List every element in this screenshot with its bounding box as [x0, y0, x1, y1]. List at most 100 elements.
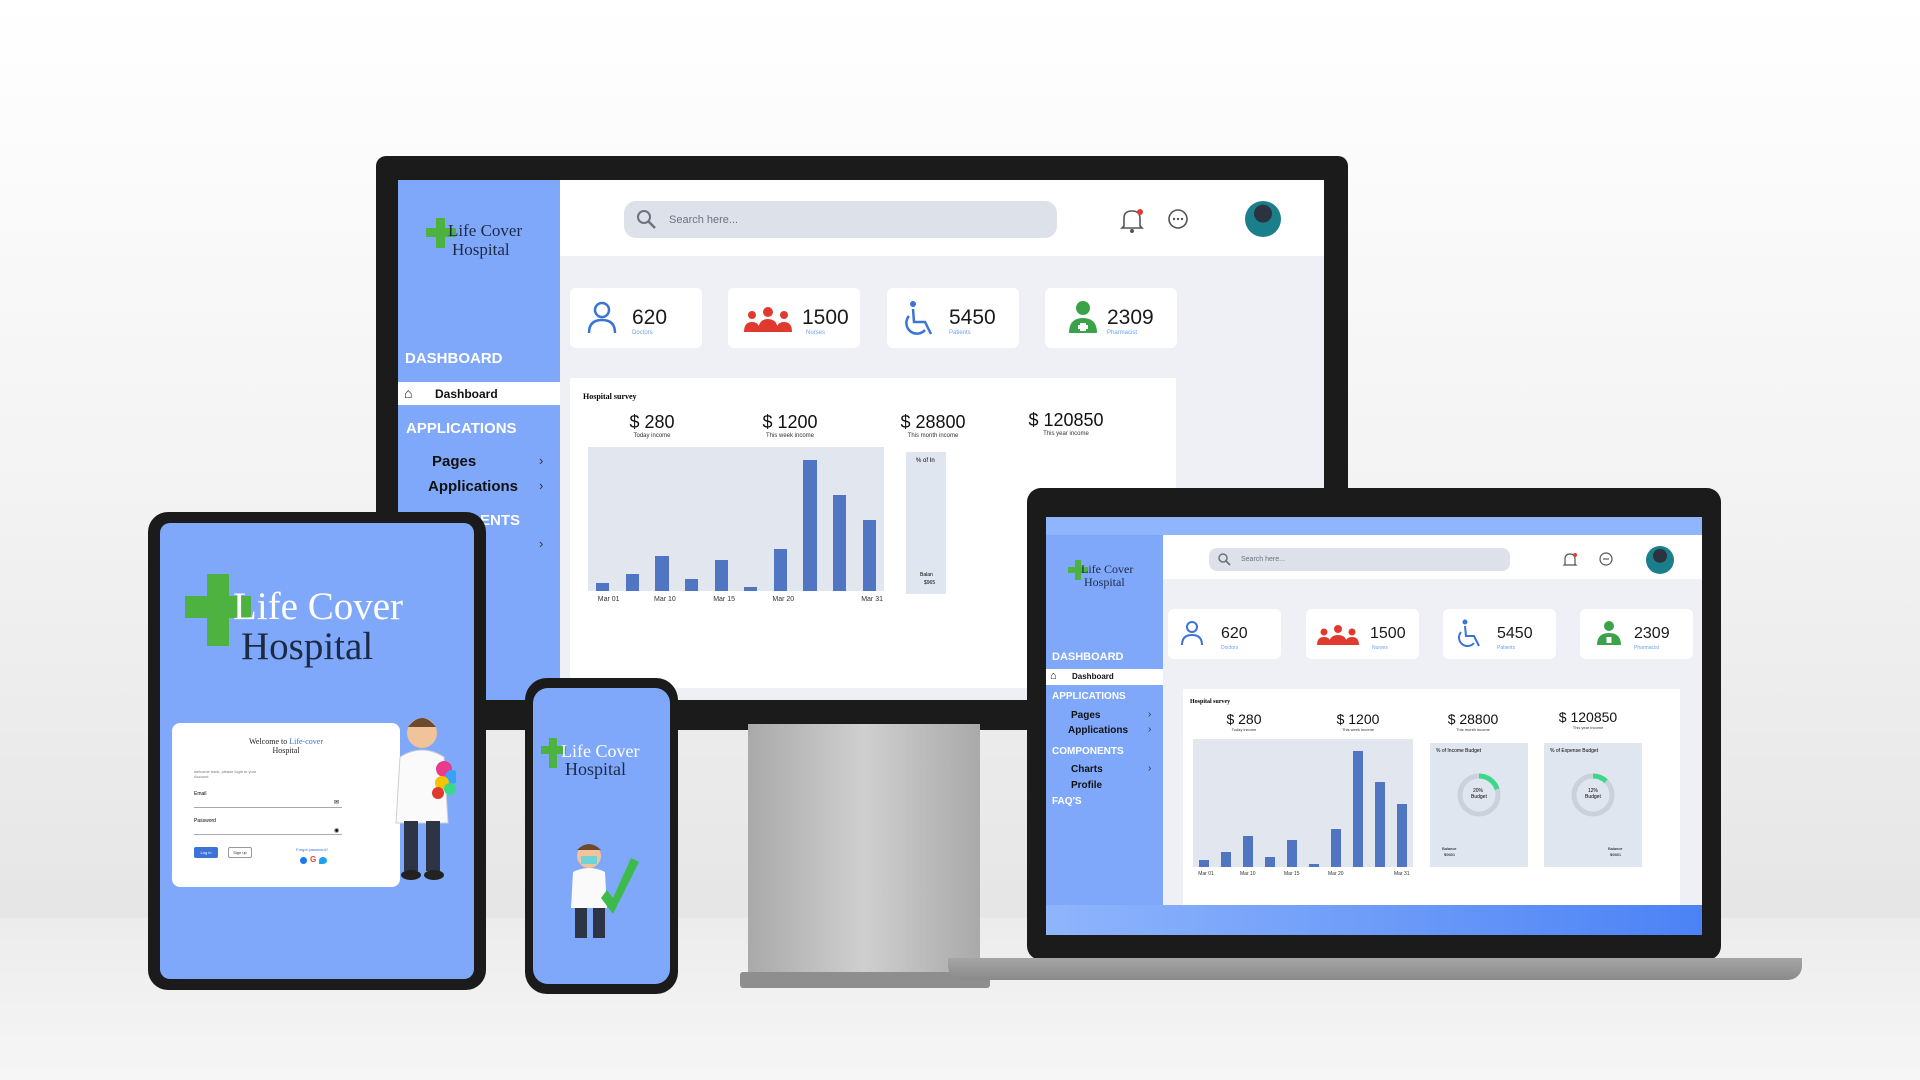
budget-amount: $9651	[1610, 852, 1622, 857]
income-budget-card: % of Income Budget 20% Budget Balance $9…	[1430, 743, 1528, 867]
stat-card-nurses: 1500 Nurses	[728, 288, 860, 348]
doctor-cartoon-icon	[395, 718, 456, 880]
doctor-person-icon	[587, 301, 617, 334]
forgot-password-link[interactable]: Forgot password?	[296, 847, 328, 852]
sidebar-item-label: Dashboard	[435, 387, 498, 401]
chart-x-ticks: Mar 01 Mar 10 Mar 15 Mar 20 Mar 31	[588, 596, 884, 606]
budget-legend: Balance	[1442, 846, 1457, 851]
stat-value: 620	[632, 306, 668, 329]
user-avatar[interactable]	[1646, 546, 1674, 574]
chevron-right-icon[interactable]: ›	[1148, 709, 1151, 720]
income-week: $ 1200 This week income	[1336, 711, 1380, 732]
chart-bar	[1243, 836, 1253, 867]
facebook-icon[interactable]	[300, 857, 307, 864]
chart-bar	[684, 579, 699, 591]
x-tick-label: Mar 01	[1198, 871, 1214, 877]
sidebar-heading-dashboard: DASHBOARD	[405, 350, 503, 367]
google-icon[interactable]: G	[310, 855, 316, 864]
notification-bell-icon[interactable]	[1561, 551, 1579, 569]
stat-value: 1500	[802, 306, 849, 329]
sidebar-item-applications[interactable]: Applications	[428, 478, 518, 495]
sidebar-item-applications[interactable]: Applications	[1068, 725, 1128, 736]
stat-value: 620	[1221, 625, 1248, 642]
eye-icon[interactable]: ◉	[334, 827, 339, 834]
stat-value: 5450	[949, 306, 996, 329]
stat-value: 2309	[1634, 625, 1670, 642]
sidebar-heading-applications: APPLICATIONS	[1052, 691, 1126, 702]
sidebar-item-dashboard[interactable]: ⌂ Dashboard	[398, 382, 560, 405]
tablet-screen: Life Cover Hospital Welcome to Life-cove…	[160, 523, 474, 979]
budget-title: % of In	[916, 458, 935, 464]
group-people-icon	[1317, 625, 1359, 645]
sidebar: Life Cover Hospital DASHBOARD ⌂ Dashboar…	[1046, 535, 1163, 905]
stat-value: 2309	[1107, 306, 1154, 329]
wheelchair-icon	[905, 301, 933, 335]
logo-line2: Hospital	[1084, 575, 1125, 589]
signup-button[interactable]: Sign up	[228, 847, 252, 858]
sidebar-item-faqs[interactable]: FAQ'S	[1052, 796, 1082, 807]
budget-amount: $965	[924, 580, 936, 586]
chart-bar	[832, 495, 847, 591]
x-tick-label: Mar 01	[597, 596, 620, 603]
budget-legend: Balan	[920, 572, 933, 578]
sidebar-item-label: Dashboard	[1072, 672, 1114, 681]
sidebar-item-profile[interactable]: Profile	[1071, 780, 1102, 791]
sidebar-item-charts[interactable]: Charts	[1071, 764, 1103, 775]
stat-label: Doctors	[1221, 645, 1239, 651]
chat-icon[interactable]	[1165, 207, 1191, 233]
search-icon	[1218, 553, 1231, 566]
sidebar-item-pages[interactable]: Pages	[432, 453, 476, 470]
medic-icon	[1069, 301, 1097, 333]
sidebar-heading-dashboard: DASHBOARD	[1052, 651, 1124, 663]
income-budget-card-partial: % of In Balan $965	[906, 452, 946, 594]
notification-bell-icon[interactable]	[1118, 206, 1146, 234]
sidebar-item-dashboard[interactable]: ⌂ Dashboard	[1046, 669, 1163, 685]
stat-value: 5450	[1497, 625, 1533, 642]
sidebar-heading-applications: APPLICATIONS	[406, 420, 517, 437]
x-tick-label: Mar 10	[1240, 871, 1256, 877]
stat-card-patients: 5450 Patients	[1443, 609, 1556, 659]
expense-budget-card: % of Expense Budget 12% Budget Balance $…	[1544, 743, 1642, 867]
stat-card-patients: 5450 Patients	[887, 288, 1019, 348]
wheelchair-icon	[1458, 619, 1480, 647]
stat-value: 1500	[1370, 625, 1406, 642]
x-tick-label: Mar 15	[713, 596, 735, 603]
logo-line1: Life Cover	[233, 585, 404, 628]
budget-amount: $9651	[1444, 852, 1456, 857]
chevron-right-icon[interactable]: ›	[539, 536, 543, 551]
income-today: $ 280 Today income	[1226, 711, 1262, 732]
stat-label: Nurses	[806, 330, 826, 336]
income-bar-chart	[1193, 739, 1413, 867]
chevron-right-icon[interactable]: ›	[1148, 763, 1151, 774]
chevron-right-icon[interactable]: ›	[1148, 724, 1151, 735]
chevron-right-icon[interactable]: ›	[539, 478, 543, 493]
monitor-stand-neck	[748, 724, 980, 974]
sidebar-item-pages[interactable]: Pages	[1071, 710, 1100, 721]
stat-label: Patients	[1497, 645, 1516, 651]
email-field[interactable]	[194, 807, 342, 808]
search-icon	[637, 210, 656, 229]
password-field[interactable]	[194, 834, 342, 835]
login-welcome: Welcome to Life-cover Hospital	[249, 737, 323, 755]
user-avatar[interactable]	[1245, 201, 1281, 237]
phone-screen: Life Cover Hospital	[533, 688, 670, 984]
budget-title: % of Income Budget	[1436, 748, 1482, 754]
laptop-top-strip	[1046, 517, 1702, 535]
group-people-icon	[744, 307, 792, 332]
search-input[interactable]: Search here...	[624, 201, 1057, 238]
chat-icon[interactable]	[1597, 551, 1615, 569]
survey-title: Hospital survey	[583, 392, 637, 401]
chart-bar	[1397, 803, 1407, 867]
login-button[interactable]: Log in	[194, 847, 218, 858]
chevron-right-icon[interactable]: ›	[539, 453, 543, 468]
chart-bar	[1221, 851, 1231, 867]
x-tick-label: Mar 20	[1328, 871, 1344, 877]
stat-label: Pharmacist	[1107, 330, 1138, 336]
twitter-icon[interactable]	[319, 857, 327, 864]
chart-bar	[655, 556, 669, 591]
search-input[interactable]: Search here...	[1209, 548, 1510, 571]
income-year: $ 120850 This year income	[1558, 709, 1618, 730]
sidebar-heading-components: COMPONENTS	[1052, 746, 1124, 757]
stat-label: Doctors	[632, 330, 653, 336]
home-icon: ⌂	[1050, 670, 1057, 682]
